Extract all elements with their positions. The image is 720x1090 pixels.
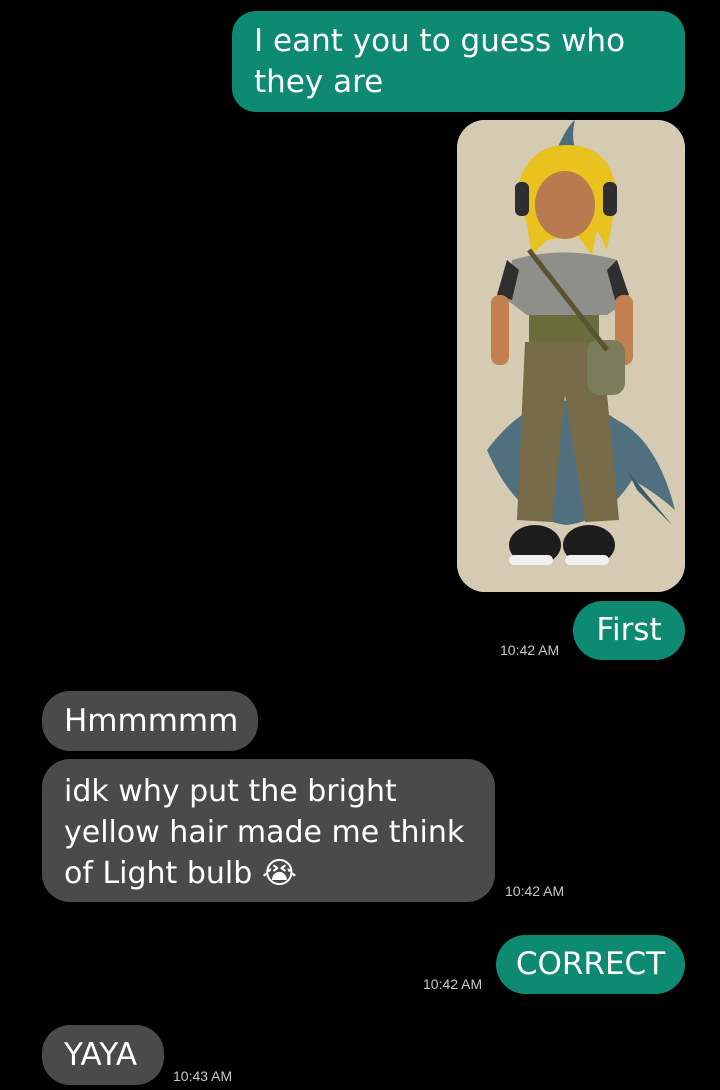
message-text: CORRECT: [515, 946, 666, 982]
message-text: Hmmmmm: [64, 702, 239, 739]
message-text: YAYA: [64, 1036, 138, 1073]
character-illustration: [457, 120, 685, 592]
sent-message-bubble[interactable]: CORRECT: [496, 935, 685, 994]
timestamp: 10:42 AM: [423, 976, 483, 992]
shared-image[interactable]: [457, 120, 685, 592]
received-message-bubble[interactable]: idk why put the bright yellow hair made …: [42, 759, 495, 902]
message-text: idk why put the bright yellow hair made …: [64, 774, 465, 891]
crying-emoji-icon: 😭: [261, 856, 297, 891]
timestamp: 10:42 AM: [500, 642, 560, 658]
sent-message-bubble[interactable]: First: [573, 601, 685, 660]
message-text: I eant you to guess who they are: [254, 23, 626, 100]
received-message-bubble[interactable]: Hmmmmm: [42, 691, 258, 751]
sent-message-bubble[interactable]: I eant you to guess who they are: [232, 11, 685, 112]
timestamp: 10:42 AM: [505, 883, 565, 899]
message-text: First: [596, 612, 662, 648]
received-message-bubble[interactable]: YAYA: [42, 1025, 164, 1085]
timestamp: 10:43 AM: [173, 1068, 233, 1084]
